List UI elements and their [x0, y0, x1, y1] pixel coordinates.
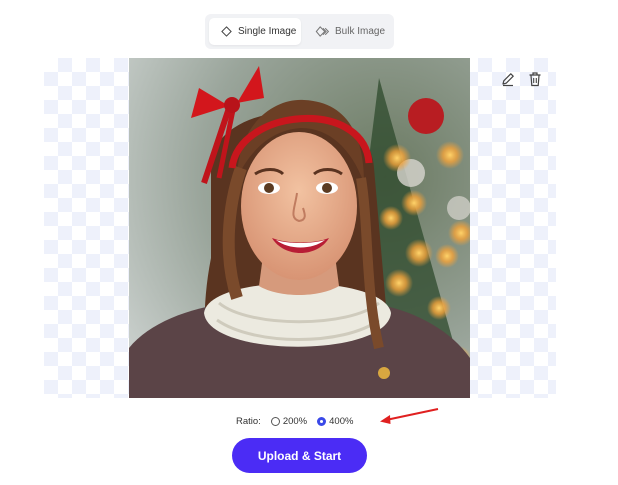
pencil-icon[interactable]	[499, 70, 517, 88]
ratio-200-label: 200%	[282, 415, 308, 427]
ratio-selector: Ratio: 200% 400%	[236, 412, 363, 430]
ratio-option-200[interactable]: 200%	[270, 415, 308, 427]
uploaded-photo	[129, 58, 470, 398]
radio-400[interactable]	[317, 416, 327, 426]
single-image-tab[interactable]: Single Image	[209, 18, 301, 45]
ratio-label: Ratio:	[236, 415, 261, 427]
diamond-icon	[221, 26, 232, 37]
bulk-image-tab[interactable]: Bulk Image	[309, 18, 389, 45]
bulk-image-label: Bulk Image	[335, 26, 386, 37]
ratio-400-label: 400%	[329, 415, 354, 427]
mode-toggle: Single Image Bulk Image	[205, 14, 394, 49]
trash-icon[interactable]	[526, 70, 544, 88]
annotation-arrow-icon	[380, 408, 439, 424]
layers-icon	[315, 26, 329, 37]
radio-200[interactable]	[270, 416, 280, 426]
single-image-label: Single Image	[238, 26, 297, 37]
ratio-option-400[interactable]: 400%	[317, 416, 353, 427]
upload-start-button[interactable]: Upload & Start	[232, 438, 367, 473]
portrait-image	[129, 58, 470, 398]
